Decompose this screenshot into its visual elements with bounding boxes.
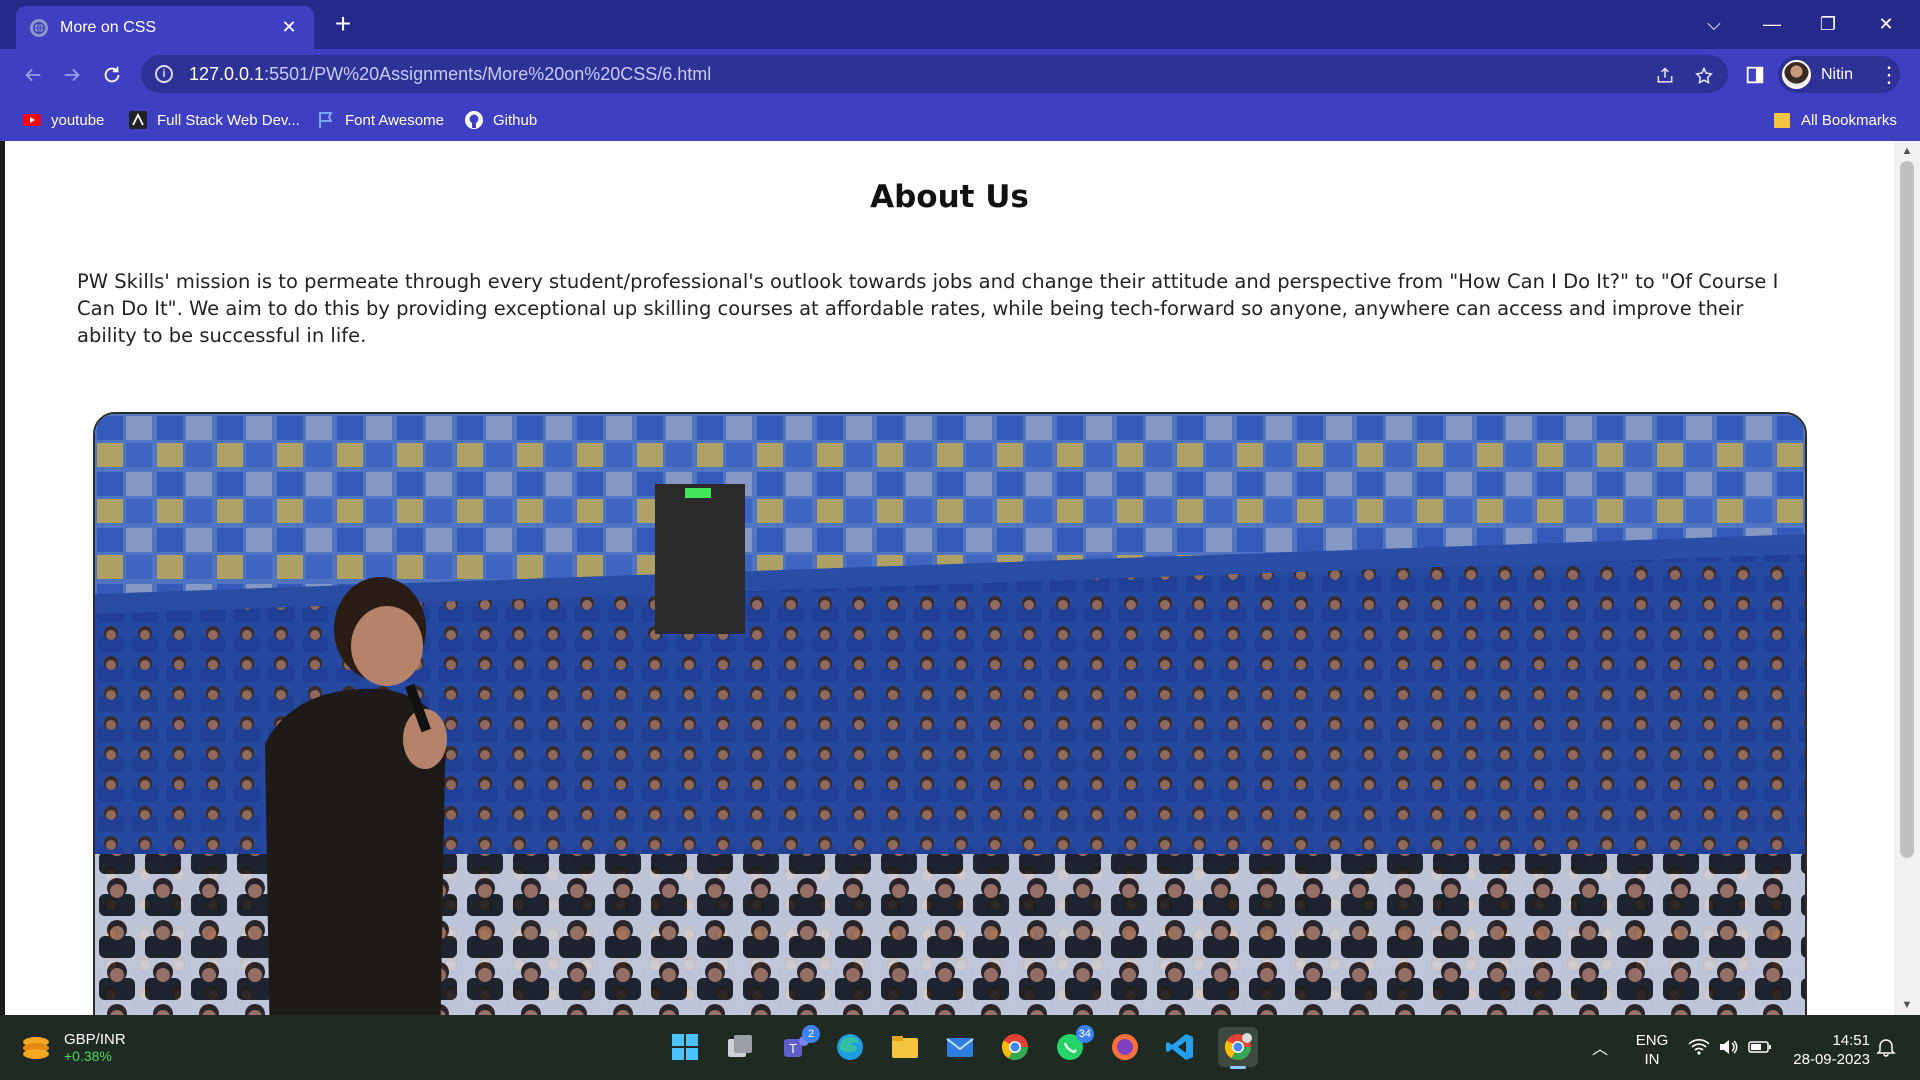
mail-icon[interactable] xyxy=(940,1027,980,1067)
tab-search-icon[interactable]: ⌵ xyxy=(1694,10,1734,38)
battery-icon xyxy=(1748,1041,1771,1053)
chrome-profile-icon[interactable] xyxy=(1218,1027,1258,1069)
new-tab-button[interactable]: + xyxy=(330,10,356,38)
active-indicator xyxy=(1230,1066,1246,1069)
coins-icon xyxy=(23,1037,49,1059)
toolbar: i 127.0.0.1:5501/PW%20Assignments/More%2… xyxy=(0,49,1920,99)
chevron-up-icon: ︿ xyxy=(1592,1041,1609,1058)
bookmark-label: Github xyxy=(493,111,538,129)
chrome-icon[interactable] xyxy=(995,1027,1035,1067)
page-viewport: About Us PW Skills' mission is to permea… xyxy=(5,141,1894,1015)
bookmark-label: Full Stack Web Dev... xyxy=(157,111,300,129)
file-explorer-icon[interactable] xyxy=(885,1027,925,1067)
scrollbar-thumb[interactable] xyxy=(1900,161,1914,858)
github-icon xyxy=(464,110,484,130)
market-widget[interactable]: GBP/INR +0.38% xyxy=(20,1025,126,1069)
all-bookmarks-label: All Bookmarks xyxy=(1801,111,1897,129)
hero-image xyxy=(93,412,1807,1015)
all-bookmarks-button[interactable]: All Bookmarks xyxy=(1772,107,1897,133)
scroll-up-icon[interactable]: ▲ xyxy=(1894,141,1920,161)
region-code: IN xyxy=(1644,1051,1660,1068)
globe-icon xyxy=(30,18,48,37)
date-text: 28-09-2023 xyxy=(1793,1051,1870,1068)
wifi-icon xyxy=(1688,1039,1710,1055)
menu-icon[interactable]: ⋮ xyxy=(1878,62,1900,88)
address-bar[interactable]: i 127.0.0.1:5501/PW%20Assignments/More%2… xyxy=(141,55,1728,93)
close-tab-icon[interactable]: ✕ xyxy=(278,17,300,38)
folder-icon xyxy=(1772,110,1792,130)
share-icon[interactable] xyxy=(1652,63,1678,89)
bookmarks-bar: youtube Full Stack Web Dev... Font Aweso… xyxy=(0,99,1920,141)
taskbar: GBP/INR +0.38% T 2 34 ︿ ENG IN 14:51 28-… xyxy=(0,1015,1920,1080)
system-tray-icons[interactable] xyxy=(1688,1025,1772,1069)
minimize-button[interactable]: — xyxy=(1752,10,1792,38)
back-icon[interactable] xyxy=(18,60,48,90)
start-icon[interactable] xyxy=(665,1027,705,1067)
teams-icon[interactable]: T 2 xyxy=(776,1025,820,1067)
svg-text:T: T xyxy=(789,1041,797,1056)
bookmark-font-awesome[interactable]: Font Awesome xyxy=(316,107,444,133)
whatsapp-icon[interactable]: 34 xyxy=(1050,1025,1094,1067)
avatar xyxy=(1782,60,1811,89)
browser-tab[interactable]: More on CSS ✕ xyxy=(16,6,314,49)
profile-name: Nitin xyxy=(1821,65,1854,83)
time-text: 14:51 xyxy=(1832,1032,1870,1049)
notification-icon[interactable] xyxy=(1876,1025,1896,1069)
teams-badge: 2 xyxy=(802,1025,820,1043)
scroll-down-icon[interactable]: ▼ xyxy=(1894,995,1920,1015)
close-window-button[interactable]: ✕ xyxy=(1866,10,1906,38)
url-text: 127.0.0.1:5501/PW%20Assignments/More%20o… xyxy=(189,63,712,84)
side-panel-icon[interactable] xyxy=(1740,60,1770,90)
about-paragraph: PW Skills' mission is to permeate throug… xyxy=(77,270,1779,347)
tab-title: More on CSS xyxy=(60,18,157,36)
tab-strip: More on CSS ✕ + ⌵ — ❐ ✕ xyxy=(0,0,1920,49)
vscode-icon[interactable] xyxy=(1160,1027,1200,1067)
forward-icon[interactable] xyxy=(57,60,87,90)
bookmark-full-stack[interactable]: Full Stack Web Dev... xyxy=(128,107,300,133)
page-scrollbar[interactable]: ▲ ▼ xyxy=(1894,141,1920,1015)
volume-icon xyxy=(1720,1040,1738,1054)
reload-icon[interactable] xyxy=(97,60,127,90)
widget-title: GBP/INR xyxy=(64,1030,126,1048)
whatsapp-badge: 34 xyxy=(1075,1025,1094,1043)
site-icon xyxy=(128,110,148,130)
task-view-icon[interactable] xyxy=(720,1027,760,1067)
browser-chrome: More on CSS ✕ + ⌵ — ❐ ✕ i 127.0.0.1:5501… xyxy=(0,0,1920,141)
restore-button[interactable]: ❐ xyxy=(1808,10,1848,38)
bookmark-label: youtube xyxy=(51,111,105,129)
widget-value: +0.38% xyxy=(64,1047,112,1064)
page-title: About Us xyxy=(870,179,1029,215)
lang-code: ENG xyxy=(1635,1032,1669,1049)
show-hidden-icons[interactable]: ︿ xyxy=(1592,1025,1608,1069)
firefox-icon[interactable] xyxy=(1105,1027,1145,1067)
bookmark-youtube[interactable]: youtube xyxy=(22,107,104,133)
site-info-icon[interactable]: i xyxy=(155,65,173,83)
edge-icon[interactable] xyxy=(830,1027,870,1067)
bookmark-label: Font Awesome xyxy=(345,111,444,129)
bookmark-github[interactable]: Github xyxy=(464,107,537,133)
bookmark-star-icon[interactable] xyxy=(1691,63,1717,89)
flag-icon xyxy=(316,110,336,130)
clock[interactable]: 14:51 28-09-2023 xyxy=(1780,1031,1870,1069)
youtube-icon xyxy=(22,110,42,130)
language-indicator[interactable]: ENG IN xyxy=(1632,1031,1672,1069)
